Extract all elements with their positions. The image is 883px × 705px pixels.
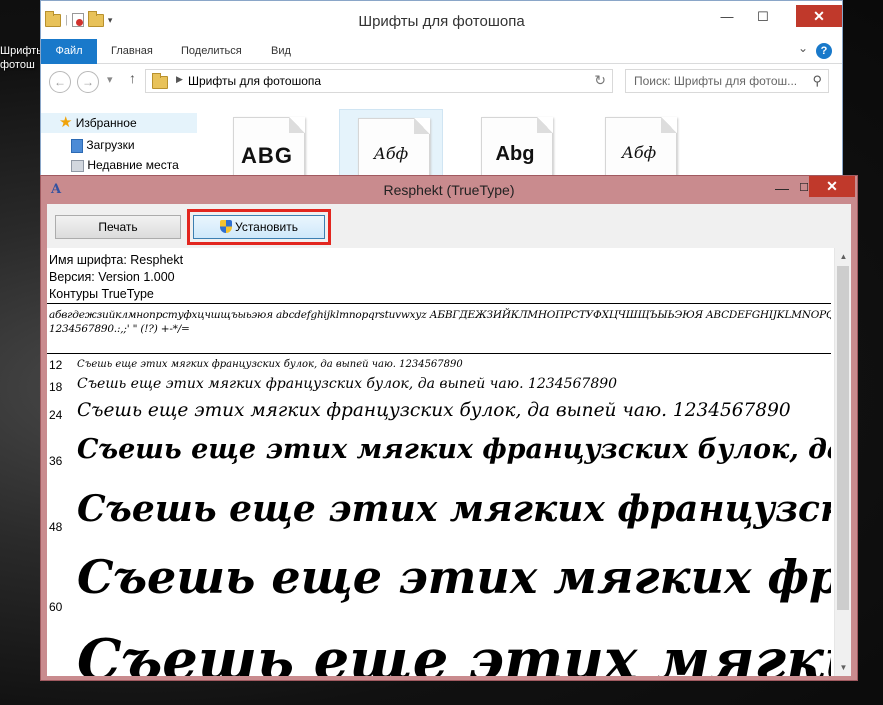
- charset-line-1: абвгдежзийклмнопрстуфхцчшщъыьэюя abcdefg…: [49, 309, 831, 321]
- sample-size: 60: [49, 600, 63, 614]
- sample-text: Съешь еще этих мягких французских булок,…: [77, 400, 791, 421]
- charset-line-2: 1234567890.:,;' " (!?) +-*/=: [49, 323, 190, 335]
- font-viewer-minimize-button[interactable]: —: [769, 178, 795, 198]
- refresh-icon[interactable]: ↻: [594, 72, 606, 89]
- explorer-close-button[interactable]: ✕: [796, 5, 842, 27]
- scroll-up-icon[interactable]: ▲: [835, 248, 851, 265]
- explorer-ribbon: Файл Главная Поделиться Вид ⌄ ?: [41, 39, 842, 64]
- vertical-scrollbar[interactable]: ▲ ▼: [834, 248, 851, 676]
- sidebar-item-favorites[interactable]: ★ Избранное: [41, 113, 197, 133]
- sample-row: 12 Съешь еще этих мягких французских бул…: [47, 356, 831, 374]
- recent-locations-icon[interactable]: ▾: [107, 73, 113, 86]
- tab-home[interactable]: Главная: [97, 39, 167, 64]
- explorer-maximize-button[interactable]: ☐: [748, 7, 778, 27]
- scroll-down-icon[interactable]: ▼: [835, 659, 851, 676]
- font-name: Имя шрифта: Resphekt: [49, 253, 184, 267]
- font-viewer-window[interactable]: A Resphekt (TrueType) — ☐ ✕ Печать Устан…: [40, 175, 858, 681]
- sidebar-item-downloads[interactable]: Загрузки: [41, 135, 135, 155]
- search-icon[interactable]: ⚲: [812, 73, 822, 89]
- font-file-thumbnail[interactable]: Абф: [587, 109, 691, 179]
- sample-row: 18 Съешь еще этих мягких французских бул…: [47, 376, 831, 400]
- tab-share[interactable]: Поделиться: [167, 39, 256, 64]
- sample-row: 60 Съешь еще этих мягких французских бул…: [47, 548, 831, 630]
- font-outlines: Контуры TrueType: [49, 287, 154, 301]
- font-version: Версия: Version 1.000: [49, 270, 175, 284]
- font-sample-preview: ABG: [241, 143, 293, 168]
- font-info: Имя шрифта: Resphekt Версия: Version 1.0…: [49, 252, 183, 303]
- sample-size: 18: [49, 380, 63, 394]
- sidebar-item-label: Недавние места: [87, 158, 179, 172]
- install-button-label: Установить: [235, 220, 298, 234]
- font-viewer-titlebar[interactable]: A Resphekt (TrueType) — ☐ ✕: [41, 176, 857, 204]
- sample-size: 24: [49, 408, 63, 422]
- sample-size: 36: [49, 454, 63, 468]
- forward-button[interactable]: →: [77, 71, 99, 93]
- print-button[interactable]: Печать: [55, 215, 181, 239]
- font-preview-pane[interactable]: Имя шрифта: Resphekt Версия: Version 1.0…: [47, 248, 851, 676]
- explorer-titlebar[interactable]: | ▾ Шрифты для фотошопа — ☐ ✕: [41, 1, 842, 39]
- sample-text: Съешь еще этих мягких французских булок,…: [77, 376, 618, 392]
- downloads-icon: [71, 138, 83, 153]
- font-file-thumbnail[interactable]: Abg: [463, 109, 567, 179]
- search-placeholder: Поиск: Шрифты для фотош...: [634, 74, 798, 88]
- desktop-icon-label: Шрифты фотош: [0, 45, 40, 71]
- sample-size: 12: [49, 358, 63, 372]
- up-button[interactable]: ↑: [129, 70, 136, 86]
- font-viewer-title: Resphekt (TrueType): [383, 182, 515, 198]
- ribbon-expand-icon[interactable]: ⌄: [798, 41, 808, 55]
- tab-file[interactable]: Файл: [41, 39, 97, 64]
- tab-view[interactable]: Вид: [257, 39, 305, 64]
- explorer-navigation-bar: ← → ▾ ↑ ▶ Шрифты для фотошопа ↻ Поиск: Ш…: [41, 65, 842, 97]
- navigation-pane: ★ Избранное Загрузки Недавние места: [41, 109, 201, 179]
- explorer-window[interactable]: | ▾ Шрифты для фотошопа — ☐ ✕ Файл Главн…: [40, 0, 843, 180]
- address-path: Шрифты для фотошопа: [188, 74, 322, 88]
- font-sample-preview: Abg: [495, 143, 535, 165]
- font-sample-preview: Абф: [373, 144, 409, 163]
- breadcrumb-arrow-icon[interactable]: ▶: [176, 74, 183, 85]
- back-button[interactable]: ←: [49, 71, 71, 93]
- folder-icon: [152, 73, 168, 89]
- sample-size: 48: [49, 520, 63, 534]
- divider: [47, 303, 831, 304]
- help-icon[interactable]: ?: [816, 43, 832, 59]
- sample-row: 24 Съешь еще этих мягких французских бул…: [47, 400, 831, 434]
- scrollbar-thumb[interactable]: [837, 266, 849, 610]
- sample-row: Съешь еще этих мягких французских булок: [47, 632, 831, 676]
- character-set-preview: абвгдежзийклмнопрстуфхцчшщъыьэюя abcdefg…: [49, 308, 831, 336]
- sidebar-item-recent[interactable]: Недавние места: [41, 155, 179, 175]
- sidebar-item-label: Загрузки: [86, 138, 135, 152]
- address-bar[interactable]: ▶ Шрифты для фотошопа ↻: [145, 69, 613, 93]
- font-viewer-close-button[interactable]: ✕: [809, 176, 855, 197]
- explorer-minimize-button[interactable]: —: [712, 7, 742, 27]
- uac-shield-icon: [220, 220, 232, 233]
- install-button[interactable]: Установить: [193, 215, 325, 239]
- sample-text: Съешь еще этих мягких французских булок: [77, 632, 831, 676]
- font-sample-preview: Абф: [621, 143, 657, 162]
- recent-places-icon: [71, 159, 84, 172]
- sample-text: Съешь еще этих мягких французских булок,…: [77, 550, 831, 604]
- font-file-thumbnail[interactable]: Абф: [339, 109, 443, 179]
- desktop-folder-shortcut[interactable]: Шрифты фотош: [0, 40, 40, 80]
- font-file-thumbnail[interactable]: ABG: [215, 109, 319, 179]
- sample-row: 36 Съешь еще этих мягких французских бул…: [47, 432, 831, 482]
- sample-text: Съешь еще этих мягких французских булок,…: [77, 359, 463, 370]
- divider: [47, 353, 831, 354]
- sidebar-item-label: Избранное: [75, 116, 137, 130]
- font-viewer-toolbar: Печать Установить: [47, 204, 851, 248]
- star-icon: ★: [59, 114, 73, 131]
- sample-text: Съешь еще этих мягких французских булок,…: [77, 488, 831, 530]
- sample-text: Съешь еще этих мягких французских булок,…: [77, 434, 831, 465]
- sample-row: 48 Съешь еще этих мягких французских бул…: [47, 484, 831, 548]
- search-input[interactable]: Поиск: Шрифты для фотош... ⚲: [625, 69, 829, 93]
